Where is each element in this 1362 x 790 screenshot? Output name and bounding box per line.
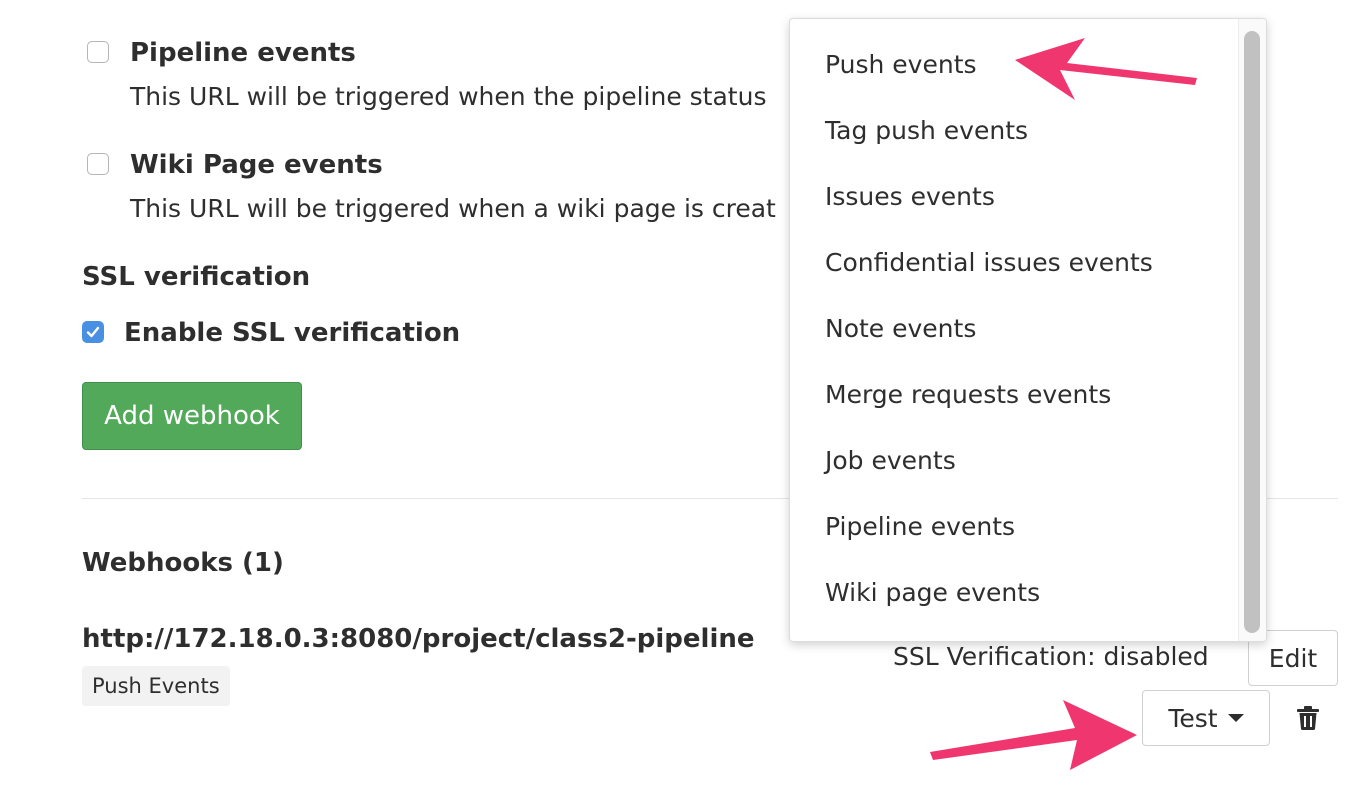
enable-ssl-label: Enable SSL verification	[124, 318, 461, 348]
ssl-verification-status: SSL Verification: disabled	[893, 642, 1209, 671]
dropdown-scrollbar-thumb[interactable]	[1244, 31, 1260, 633]
pipeline-events-label: Pipeline events	[130, 38, 356, 68]
webhook-url: http://172.18.0.3:8080/project/class2-pi…	[82, 624, 755, 654]
test-dropdown-menu: Push events Tag push events Issues event…	[789, 18, 1267, 642]
test-webhook-button[interactable]: Test	[1142, 690, 1270, 746]
menu-item-push-events[interactable]: Push events	[825, 50, 977, 80]
arrow-annotation-bottom	[930, 700, 1137, 770]
menu-item-wiki-page-events[interactable]: Wiki page events	[825, 578, 1040, 608]
menu-item-issues-events[interactable]: Issues events	[825, 182, 995, 212]
edit-button-label: Edit	[1268, 643, 1318, 673]
menu-item-merge-requests-events[interactable]: Merge requests events	[825, 380, 1111, 410]
pipeline-events-description: This URL will be triggered when the pipe…	[130, 82, 767, 111]
menu-item-pipeline-events[interactable]: Pipeline events	[825, 512, 1015, 542]
enable-ssl-checkbox[interactable]	[82, 321, 104, 343]
caret-down-icon	[1227, 714, 1244, 722]
wiki-page-events-checkbox[interactable]	[87, 153, 109, 175]
test-button-label: Test	[1168, 703, 1218, 733]
ssl-section-title: SSL verification	[82, 262, 311, 292]
pipeline-events-checkbox[interactable]	[87, 41, 109, 63]
menu-item-note-events[interactable]: Note events	[825, 314, 976, 344]
arrow-annotation-top	[1015, 38, 1197, 100]
add-webhook-button[interactable]: Add webhook	[82, 382, 302, 450]
wiki-page-events-label: Wiki Page events	[130, 150, 383, 180]
push-events-badge: Push Events	[82, 666, 230, 706]
menu-item-confidential-issues-events[interactable]: Confidential issues events	[825, 248, 1153, 278]
wiki-page-events-description: This URL will be triggered when a wiki p…	[130, 194, 776, 223]
trash-icon[interactable]	[1296, 705, 1320, 731]
menu-item-job-events[interactable]: Job events	[825, 446, 956, 476]
webhooks-title: Webhooks (1)	[82, 548, 284, 578]
checkmark-icon	[86, 326, 100, 338]
menu-item-tag-push-events[interactable]: Tag push events	[825, 116, 1028, 146]
